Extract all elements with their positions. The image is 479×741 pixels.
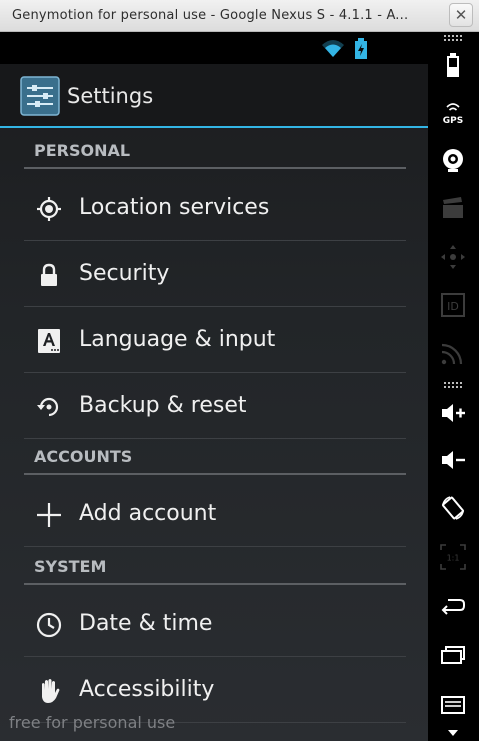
location-icon: [37, 197, 61, 221]
settings-item-language-input[interactable]: Language & input: [24, 307, 406, 373]
settings-item-label: Language & input: [79, 327, 276, 352]
volume-up-icon[interactable]: [440, 400, 466, 426]
gps-label: GPS: [443, 116, 463, 126]
recent-apps-icon[interactable]: [440, 642, 466, 668]
settings-item-security[interactable]: Security: [24, 241, 406, 307]
id-label: ID: [447, 300, 459, 313]
menu-icon[interactable]: [440, 692, 466, 718]
section-header-personal: PERSONAL: [24, 137, 406, 169]
section-header-label: ACCOUNTS: [34, 447, 133, 466]
camera-icon[interactable]: [440, 147, 466, 173]
video-icon[interactable]: [440, 195, 466, 221]
window-title-bar: Genymotion for personal use - Google Nex…: [0, 0, 479, 32]
page-title: Settings: [67, 84, 154, 108]
settings-item-backup-reset[interactable]: Backup & reset: [24, 373, 406, 439]
emulator-toolbar: GPS ID 1:1: [428, 32, 479, 741]
id-icon[interactable]: ID: [440, 292, 466, 318]
window-close-button[interactable]: ✕: [449, 3, 473, 27]
scroll-down-arrow-icon[interactable]: [448, 730, 458, 736]
section-header-system: SYSTEM: [24, 553, 406, 585]
battery-charging-icon: [355, 38, 367, 59]
section-header-label: PERSONAL: [34, 141, 131, 160]
lock-icon: [41, 263, 57, 286]
action-bar: Settings: [0, 64, 428, 128]
status-bar: [0, 32, 428, 64]
settings-item-label: Location services: [79, 195, 270, 220]
rotate-icon[interactable]: [440, 495, 466, 521]
wifi-icon: [322, 40, 344, 57]
settings-item-label: Security: [79, 261, 170, 286]
backup-icon: [37, 397, 59, 417]
settings-app-icon[interactable]: [20, 76, 60, 116]
rss-icon[interactable]: [440, 340, 466, 366]
volume-down-icon[interactable]: [440, 447, 466, 473]
settings-item-date-time[interactable]: Date & time: [24, 591, 406, 657]
plus-icon: [37, 503, 61, 527]
clock-icon: [36, 612, 62, 638]
scale-icon[interactable]: 1:1: [440, 544, 466, 570]
grip-icon: [444, 382, 462, 388]
gps-icon[interactable]: GPS: [440, 101, 466, 127]
watermark: free for personal use: [9, 713, 176, 732]
back-icon[interactable]: [440, 593, 466, 619]
settings-item-label: Add account: [79, 501, 217, 526]
settings-item-label: Backup & reset: [79, 393, 247, 418]
settings-item-location-services[interactable]: Location services: [24, 175, 406, 241]
dpad-icon[interactable]: [440, 244, 466, 270]
settings-item-add-account[interactable]: Add account: [24, 481, 406, 547]
hand-icon: [42, 679, 60, 703]
device-screen: Settings PERSONAL Location services Secu…: [0, 32, 428, 741]
grip-icon: [444, 35, 462, 41]
battery-icon[interactable]: [440, 52, 466, 78]
section-header-accounts: ACCOUNTS: [24, 443, 406, 475]
settings-item-label: Date & time: [79, 611, 213, 636]
settings-item-label: Accessibility: [79, 677, 215, 702]
window-title: Genymotion for personal use - Google Nex…: [12, 8, 409, 23]
section-header-label: SYSTEM: [34, 557, 107, 576]
scale-label: 1:1: [447, 554, 460, 563]
language-icon: [38, 329, 60, 353]
